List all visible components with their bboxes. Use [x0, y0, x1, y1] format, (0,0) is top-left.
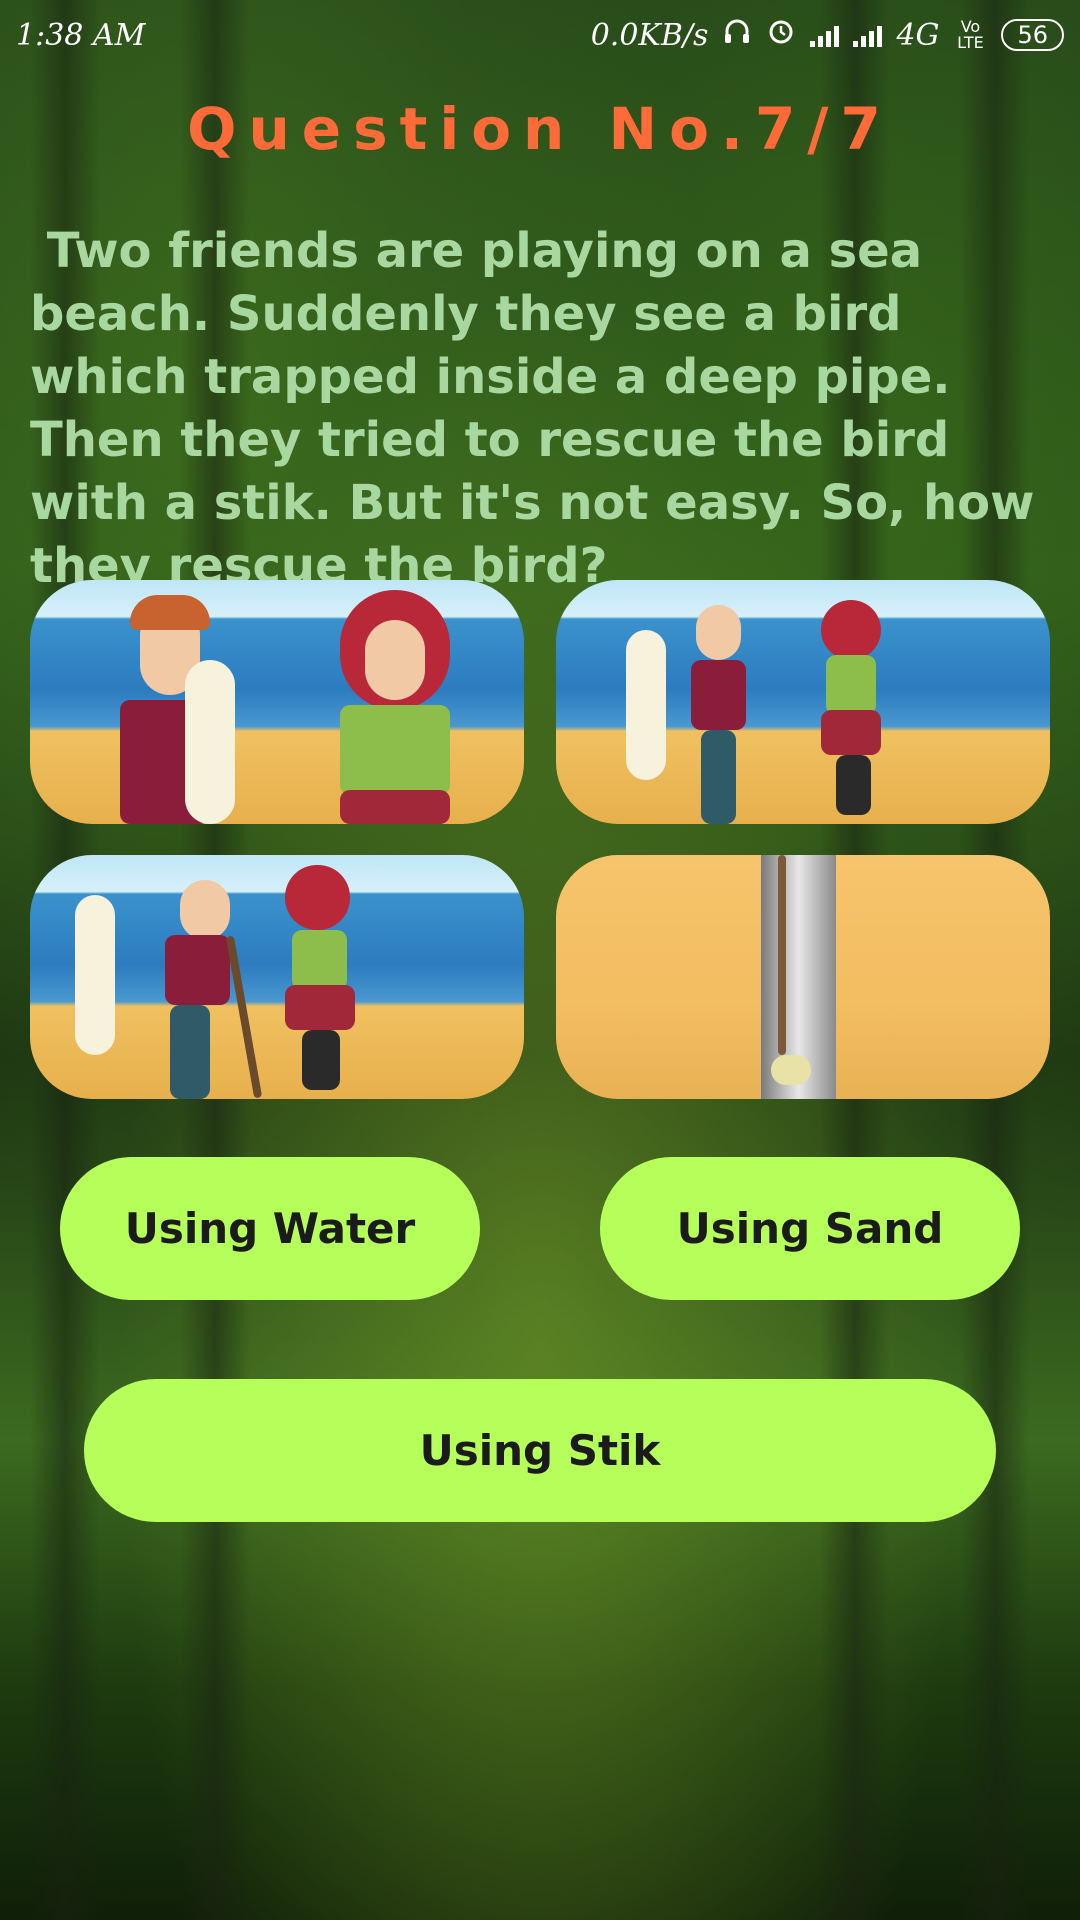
headset-icon	[722, 16, 752, 54]
volte-indicator: Vo LTE	[957, 17, 984, 52]
signal-icon	[853, 23, 883, 47]
status-icons: 0.0KB/s 4G Vo LTE 56	[591, 16, 1064, 54]
status-bar: 1:38 AM 0.0KB/s 4G Vo LTE 56	[0, 0, 1080, 70]
question-text: Two friends are playing on a sea beach. …	[30, 223, 1052, 594]
question-title: Question No.7/7	[187, 95, 893, 163]
option-using-stik-button[interactable]: Using Stik	[84, 1379, 996, 1522]
battery-icon: 56	[1001, 19, 1064, 51]
story-image-3	[30, 855, 524, 1099]
status-time: 1:38 AM	[16, 17, 146, 53]
option-using-water-button[interactable]: Using Water	[60, 1157, 480, 1300]
signal-icon	[810, 23, 840, 47]
story-image-4	[556, 855, 1050, 1099]
option-using-sand-button[interactable]: Using Sand	[600, 1157, 1020, 1300]
story-image-1	[30, 580, 524, 824]
alarm-icon	[766, 16, 796, 54]
network-type: 4G	[896, 17, 940, 53]
net-speed: 0.0KB/s	[590, 17, 709, 53]
story-image-2	[556, 580, 1050, 824]
